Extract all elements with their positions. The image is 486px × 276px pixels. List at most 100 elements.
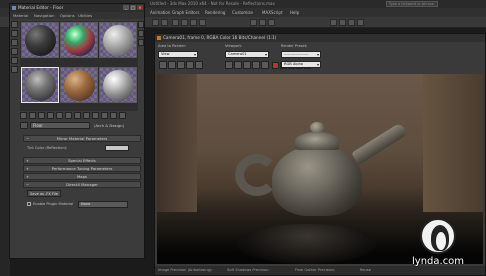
area-to-render-label: Area to Render: [158, 44, 187, 48]
video-color-check-icon[interactable] [11, 57, 18, 64]
rollout-performance[interactable]: + Performance Tuning Parameters [23, 165, 141, 172]
align-icon[interactable] [268, 19, 275, 26]
sample-slot[interactable] [60, 67, 98, 103]
area-to-render-dropdown[interactable]: View [158, 51, 198, 58]
sample-slot[interactable] [60, 22, 98, 58]
material-editor-icon [12, 6, 16, 10]
rotate-icon[interactable] [190, 19, 197, 26]
move-icon[interactable] [181, 19, 188, 26]
expand-icon: + [26, 174, 30, 179]
reset-map-icon[interactable] [47, 112, 54, 119]
unique-icon[interactable] [65, 112, 72, 119]
undo-icon[interactable] [152, 19, 159, 26]
expand-icon: + [26, 166, 30, 171]
material-name-row: Floor (Arch & Design) [20, 122, 144, 130]
tint-color-swatch[interactable] [105, 145, 129, 151]
lynda-logo [420, 218, 456, 254]
teapot-knob [310, 122, 324, 133]
mirror-icon[interactable] [259, 19, 266, 26]
copy-material-icon[interactable] [56, 112, 63, 119]
red-channel-icon[interactable] [272, 62, 279, 69]
menu-animation[interactable]: Animation [150, 8, 170, 17]
channel-display-dropdown[interactable]: RGB Alpha [281, 61, 321, 68]
maximize-icon[interactable]: □ [130, 5, 136, 10]
uv-tiling-icon[interactable] [11, 48, 18, 55]
make-preview-icon[interactable] [11, 66, 18, 73]
get-material-icon[interactable] [20, 112, 27, 119]
menu-options[interactable]: Options [60, 12, 75, 19]
print-image-icon[interactable] [252, 61, 260, 69]
scale-icon[interactable] [199, 19, 206, 26]
go-forward-icon[interactable] [119, 112, 126, 119]
environment-icon[interactable] [195, 61, 203, 69]
menu-maxscript[interactable]: MAXScript [262, 8, 283, 17]
render-preset-dropdown[interactable]: ------------------- [281, 51, 321, 58]
options-icon[interactable] [138, 30, 144, 37]
auto-region-icon[interactable] [159, 61, 167, 69]
search-input[interactable]: Type a keyword or phrase [386, 1, 438, 7]
put-to-scene-icon[interactable] [29, 112, 36, 119]
show-end-result-icon[interactable] [101, 112, 108, 119]
teapot-lid [295, 132, 339, 150]
tint-color-label: Tint Color (Reflection): [27, 146, 68, 150]
assign-to-selection-icon[interactable] [38, 112, 45, 119]
rollout-maps[interactable]: + Maps [23, 173, 141, 180]
rollout-mirror-params[interactable]: − Mirror Material Parameters [23, 135, 141, 142]
lock-icon[interactable] [168, 61, 176, 69]
render-window-title: Camera01, frame 0, RGBA Color 16 Bits/Ch… [155, 34, 485, 42]
enable-plugin-label: Enable Plugin Material [33, 202, 74, 206]
teapot-spout [351, 122, 408, 165]
clone-window-icon[interactable] [243, 61, 251, 69]
show-in-viewport-icon[interactable] [92, 112, 99, 119]
minimize-icon[interactable]: _ [123, 5, 129, 10]
menu-rendering[interactable]: Rendering [205, 8, 225, 17]
material-editor-toolbar [20, 112, 138, 120]
eyedropper-icon[interactable] [20, 122, 28, 129]
material-editor-icon[interactable] [330, 19, 337, 26]
sample-slot-right-tools [138, 21, 145, 121]
close-icon[interactable]: × [137, 5, 143, 10]
go-to-parent-icon[interactable] [110, 112, 117, 119]
quick-render-icon[interactable] [357, 19, 364, 26]
material-name-input[interactable]: Floor [30, 122, 90, 129]
menu-help[interactable]: Help [290, 8, 299, 17]
material-type-button[interactable]: (Arch & Design) [94, 122, 142, 129]
rollout-label: DirectX Manager [66, 182, 98, 187]
menu-customize[interactable]: Customize [232, 8, 253, 17]
lynda-watermark-text: lynda.com [412, 256, 465, 267]
sample-slot[interactable] [21, 22, 59, 58]
rollout-special-effects[interactable]: + Special Effects [23, 157, 141, 164]
render-setup-icon[interactable] [186, 61, 194, 69]
rollout-directx[interactable]: − DirectX Manager [23, 181, 141, 188]
snap-icon[interactable] [250, 19, 257, 26]
scroll-up-icon[interactable] [138, 21, 144, 28]
render-frame-icon[interactable] [348, 19, 355, 26]
sample-type-icon[interactable] [11, 21, 18, 28]
material-sphere [25, 25, 56, 56]
select-icon[interactable] [172, 19, 179, 26]
clear-icon[interactable] [261, 61, 269, 69]
sample-slot-active[interactable] [21, 67, 59, 103]
background-icon[interactable] [11, 39, 18, 46]
menu-material[interactable]: Material [13, 12, 28, 19]
plugin-material-dropdown[interactable]: None [78, 201, 128, 208]
menu-navigation[interactable]: Navigation [34, 12, 54, 19]
save-fx-button[interactable]: Save as .FX File [27, 190, 61, 197]
render-setup-icon[interactable] [339, 19, 346, 26]
menu-graph-editors[interactable]: Graph Editors [172, 8, 199, 17]
sample-slot[interactable] [99, 22, 137, 58]
select-by-material-icon[interactable] [138, 39, 144, 46]
menu-utilities[interactable]: Utilities [78, 12, 92, 19]
backlight-icon[interactable] [11, 30, 18, 37]
redo-icon[interactable] [161, 19, 168, 26]
reuse-label: Reuse [360, 268, 371, 272]
material-id-icon[interactable] [83, 112, 90, 119]
sample-slots [20, 21, 138, 111]
edit-region-icon[interactable] [177, 61, 185, 69]
save-image-icon[interactable] [225, 61, 233, 69]
viewport-dropdown[interactable]: Camera01 [225, 51, 269, 58]
enable-plugin-checkbox[interactable] [27, 202, 31, 206]
put-to-library-icon[interactable] [74, 112, 81, 119]
sample-slot[interactable] [99, 67, 137, 103]
copy-image-icon[interactable] [234, 61, 242, 69]
